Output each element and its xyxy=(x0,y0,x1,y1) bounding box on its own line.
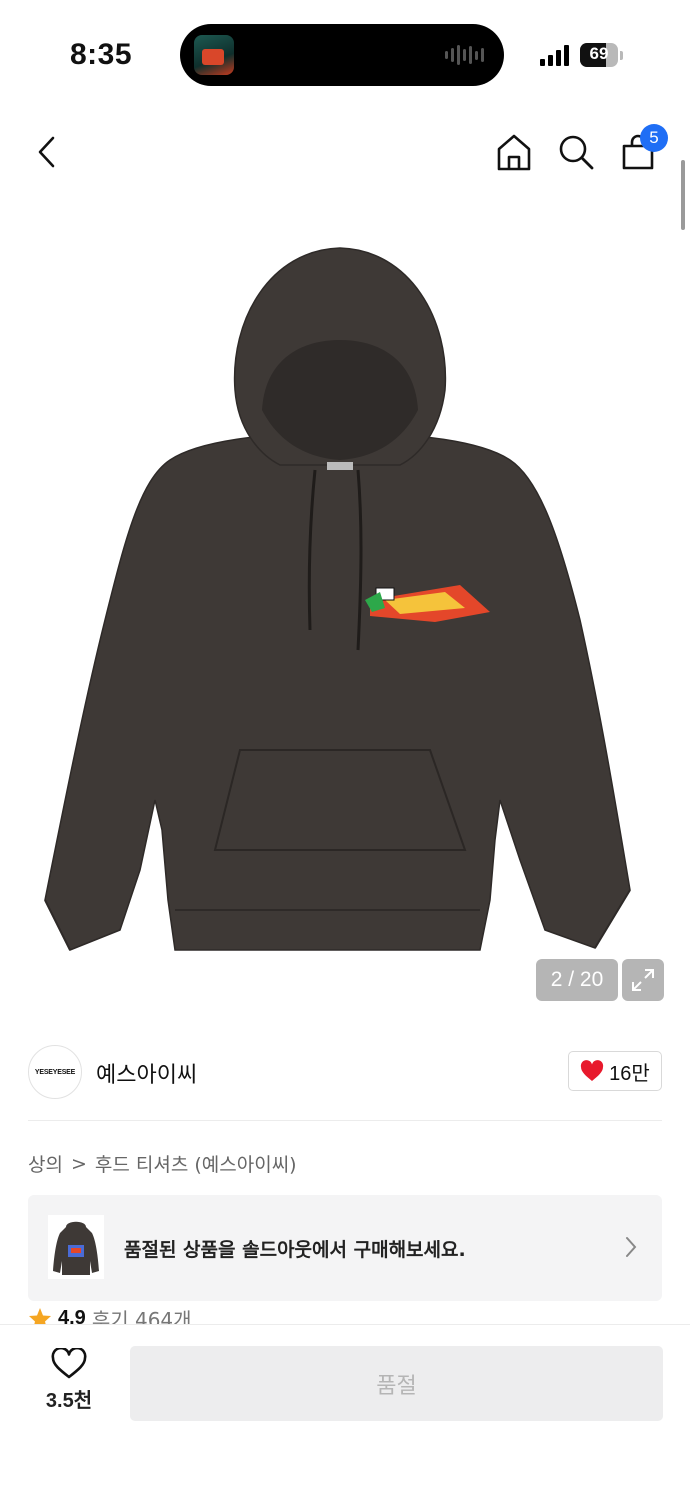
chevron-right-icon xyxy=(626,1237,637,1257)
brand-like-button[interactable]: 16만 xyxy=(568,1051,662,1091)
product-image[interactable] xyxy=(40,240,640,960)
cart-button[interactable]: 5 xyxy=(614,124,668,176)
expand-button[interactable] xyxy=(622,959,664,1001)
wishlist-count: 3.5천 xyxy=(45,1390,93,1412)
battery-icon: 69 xyxy=(580,43,618,67)
breadcrumb-separator: > xyxy=(70,1152,87,1175)
sold-out-button[interactable]: 품절 xyxy=(130,1346,663,1421)
audio-wave-icon xyxy=(445,44,484,66)
breadcrumb: 상의 > 후드 티셔츠 (예스아이씨) xyxy=(28,1150,297,1177)
brand-logo[interactable]: YESEYESEE xyxy=(28,1045,82,1099)
battery-cap xyxy=(620,51,623,60)
cellular-signal-icon xyxy=(540,44,569,66)
status-bar: 8:35 69 xyxy=(0,0,690,110)
brand-like-count: 16만 xyxy=(609,1062,650,1085)
banner-text: 품절된 상품을 솔드아웃에서 구매해보세요. xyxy=(124,1239,466,1261)
scrollbar[interactable] xyxy=(681,160,685,230)
now-playing-artwork xyxy=(194,35,234,75)
search-icon xyxy=(559,135,594,170)
divider xyxy=(28,1120,662,1121)
status-time: 8:35 xyxy=(70,38,133,71)
heart-filled-icon xyxy=(581,1060,604,1081)
soldout-banner[interactable]: 품절된 상품을 솔드아웃에서 구매해보세요. xyxy=(28,1195,662,1301)
expand-icon xyxy=(632,969,654,991)
battery-percent: 69 xyxy=(589,44,609,63)
banner-product-thumbnail xyxy=(48,1215,104,1279)
breadcrumb-subcategory[interactable]: 후드 티셔츠 (예스아이씨) xyxy=(95,1150,297,1177)
search-button[interactable] xyxy=(552,128,600,176)
brand-logo-text: YESEYESEE xyxy=(34,1068,76,1076)
brand-name[interactable]: 예스아이씨 xyxy=(96,1057,197,1089)
cart-count-badge: 5 xyxy=(640,124,668,152)
chevron-left-icon xyxy=(38,136,55,168)
heart-outline-icon xyxy=(51,1348,87,1379)
home-icon xyxy=(497,134,531,171)
back-button[interactable] xyxy=(24,128,72,176)
breadcrumb-category[interactable]: 상의 xyxy=(28,1150,63,1177)
dynamic-island[interactable] xyxy=(180,24,504,86)
gallery-page-counter: 2 / 20 xyxy=(536,959,618,1001)
wishlist-button[interactable]: 3.5천 xyxy=(30,1348,108,1418)
home-button[interactable] xyxy=(490,128,538,176)
